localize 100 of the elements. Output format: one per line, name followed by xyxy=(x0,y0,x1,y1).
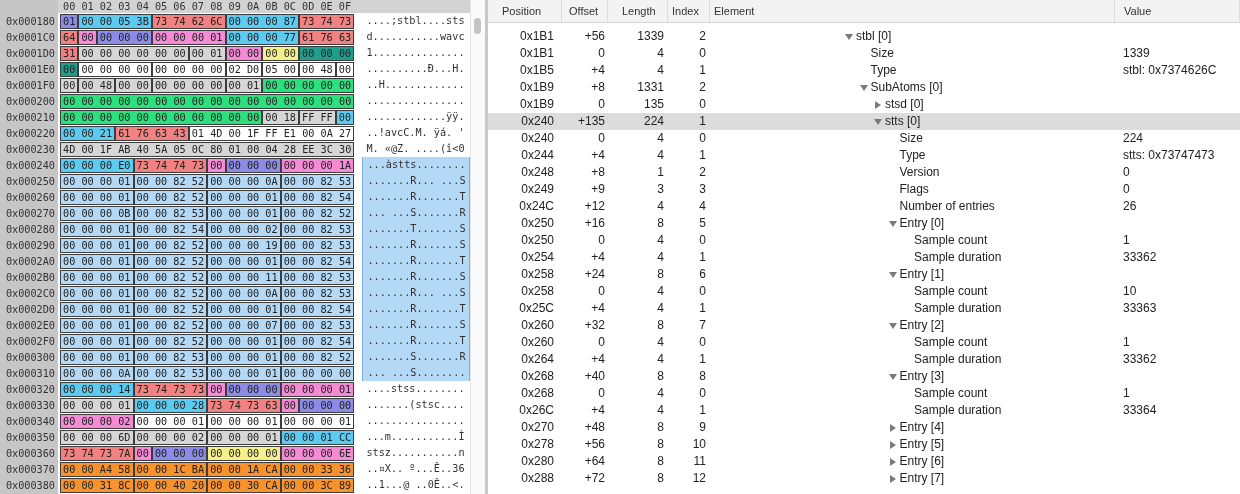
value-cell: 10 xyxy=(1123,284,1137,298)
position-cell: 0x270 xyxy=(521,420,554,434)
table-row[interactable]: 0x250 0 4 0 Sample count 1 xyxy=(488,232,1240,249)
table-row[interactable]: 0x26C +4 4 1 Sample duration 33364 xyxy=(488,402,1240,419)
byte-group: 00 00 00 01 xyxy=(60,317,134,333)
byte-group: 00 00 00 E0 xyxy=(60,157,134,173)
offset-label: 0x000360 xyxy=(5,447,55,459)
disclosure-triangle-icon[interactable] xyxy=(888,423,897,432)
offset-label: 0x000330 xyxy=(5,399,55,411)
table-row[interactable]: 0x288 +72 8 12 Entry [7] xyxy=(488,470,1240,487)
element-cell: Entry [0] xyxy=(899,215,945,232)
table-row[interactable]: 0x1B5 +4 4 1 Type stbl: 0x7374626C xyxy=(488,62,1240,79)
table-row[interactable]: 0x244 +4 4 1 Type stts: 0x73747473 xyxy=(488,147,1240,164)
table-row[interactable]: 0x278 +56 8 10 Entry [5] xyxy=(488,436,1240,453)
disclosure-triangle-icon[interactable] xyxy=(874,100,882,109)
value-cell: 33364 xyxy=(1123,403,1157,417)
disclosure-triangle-icon[interactable] xyxy=(888,457,897,466)
table-row[interactable]: 0x260 +32 8 7 Entry [2] xyxy=(488,317,1240,334)
element-cell: Sample duration xyxy=(914,402,1002,419)
byte-group: 00 00 00 01 xyxy=(207,429,281,445)
byte-group: 00 00 82 52 xyxy=(133,333,208,349)
byte-group: 00 00 00 01 xyxy=(60,237,134,253)
column-header[interactable]: Length xyxy=(608,0,668,22)
offset-label: 0x0002C0 xyxy=(5,287,55,299)
position-cell: 0x264 xyxy=(521,352,554,366)
column-header[interactable]: Value xyxy=(1115,0,1240,22)
length-cell: 4 xyxy=(657,386,664,400)
disclosure-triangle-icon[interactable] xyxy=(888,474,897,483)
ascii-text: .......R.......T xyxy=(362,253,471,269)
table-row[interactable]: 0x258 0 4 0 Sample count 10 xyxy=(488,283,1240,300)
table-row[interactable]: 0x268 +40 8 8 Entry [3] xyxy=(488,368,1240,385)
disclosure-triangle-icon[interactable] xyxy=(859,83,868,92)
position-cell: 0x258 xyxy=(521,284,554,298)
table-row[interactable]: 0x248 +8 1 2 Version 0 xyxy=(488,164,1240,181)
table-row[interactable]: 0x1B1 0 4 0 Size 1339 xyxy=(488,45,1240,62)
ascii-text: .......R.......T xyxy=(362,189,471,205)
offset-cell: +72 xyxy=(584,471,605,485)
table-row[interactable]: 0x240 0 4 0 Size 224 xyxy=(488,130,1240,147)
column-header[interactable]: Index xyxy=(668,0,710,22)
index-cell: 3 xyxy=(699,182,706,196)
byte-group: 00 00 00 01 xyxy=(207,413,281,429)
ascii-text: M. «@Z. ....(î<0 xyxy=(365,142,466,156)
column-header: 05 xyxy=(153,1,169,12)
byte-group: 00 00 00 00 xyxy=(151,61,226,77)
element-cell: Entry [3] xyxy=(899,368,945,385)
byte-group: 00 00 05 3B xyxy=(78,13,152,29)
byte-group: 00 00 00 0A xyxy=(207,285,281,301)
table-row[interactable]: 0x250 +16 8 5 Entry [0] xyxy=(488,215,1240,232)
table-row[interactable]: 0x264 +4 4 1 Sample duration 33362 xyxy=(488,351,1240,368)
byte-group: 00 00 82 52 xyxy=(280,205,355,221)
element-cell: Sample duration xyxy=(914,249,1002,266)
offset-cell: +4 xyxy=(591,148,605,162)
byte-group: 4D 00 1F AB 40 5A 05 0C 80 01 00 04 28 EE 3C 30 xyxy=(60,141,355,157)
length-cell: 4 xyxy=(657,403,664,417)
disclosure-triangle-icon[interactable] xyxy=(888,372,897,381)
offset-label: 0x000250 xyxy=(5,175,55,187)
table-row[interactable]: 0x280 +64 8 11 Entry [6] xyxy=(488,453,1240,470)
index-cell: 0 xyxy=(699,284,706,298)
element-cell: Number of entries xyxy=(899,198,995,215)
length-cell: 8 xyxy=(657,420,664,434)
disclosure-triangle-icon[interactable] xyxy=(888,321,897,330)
scrollbar[interactable] xyxy=(470,0,485,494)
column-header[interactable]: Position xyxy=(488,0,562,22)
position-cell: 0x268 xyxy=(521,369,554,383)
byte-group: 00 00 00 01 xyxy=(207,349,281,365)
length-cell: 8 xyxy=(657,437,664,451)
table-row[interactable]: 0x1B9 +8 1331 2 SubAtoms [0] xyxy=(488,79,1240,96)
table-row[interactable]: 0x249 +9 3 3 Flags 0 xyxy=(488,181,1240,198)
byte-group: 00 00 40 20 xyxy=(133,477,208,493)
byte-group: 00 00 00 87 xyxy=(225,13,300,29)
byte-group: 00 00 00 00 00 00 xyxy=(78,45,189,61)
disclosure-triangle-icon[interactable] xyxy=(874,117,882,126)
column-header[interactable]: Offset xyxy=(562,0,608,22)
table-row[interactable]: 0x268 0 4 0 Sample count 1 xyxy=(488,385,1240,402)
byte-group: 00 00 00 02 xyxy=(207,221,281,237)
table-row[interactable]: 0x1B1 +56 1339 2 stbl [0] xyxy=(488,28,1240,45)
offset-cell: 0 xyxy=(598,46,605,60)
table-row[interactable]: 0x270 +48 8 9 Entry [4] xyxy=(488,419,1240,436)
offset-cell: +56 xyxy=(584,437,605,451)
offset-label: 0x000310 xyxy=(5,367,55,379)
column-header[interactable]: Element xyxy=(710,0,1115,22)
disclosure-triangle-icon[interactable] xyxy=(888,219,897,228)
table-row[interactable]: 0x1B9 0 135 0 stsd [0] xyxy=(488,96,1240,113)
scroll-thumb[interactable] xyxy=(474,18,481,34)
table-row[interactable]: 0x25C +4 4 1 Sample duration 33363 xyxy=(488,300,1240,317)
disclosure-triangle-icon[interactable] xyxy=(845,32,853,41)
column-header: 06 xyxy=(172,1,187,12)
offset-label: 0x000290 xyxy=(5,239,55,251)
byte-group: 73 74 73 73 xyxy=(133,381,208,397)
offset-cell: +8 xyxy=(591,165,605,179)
disclosure-triangle-icon[interactable] xyxy=(888,440,897,449)
byte-group: 00 00 82 52 xyxy=(133,317,208,333)
table-row[interactable]: 0x260 0 4 0 Sample count 1 xyxy=(488,334,1240,351)
table-row[interactable]: 0x258 +24 8 6 Entry [1] xyxy=(488,266,1240,283)
column-header: 0A xyxy=(245,1,261,12)
table-row[interactable]: 0x254 +4 4 1 Sample duration 33362 xyxy=(488,249,1240,266)
byte-group: 73 74 73 63 xyxy=(207,397,281,413)
disclosure-triangle-icon[interactable] xyxy=(888,270,897,279)
table-row[interactable]: 0x24C +12 4 4 Number of entries 26 xyxy=(488,198,1240,215)
table-row[interactable]: 0x240 +135 224 1 stts [0] xyxy=(488,113,1240,130)
